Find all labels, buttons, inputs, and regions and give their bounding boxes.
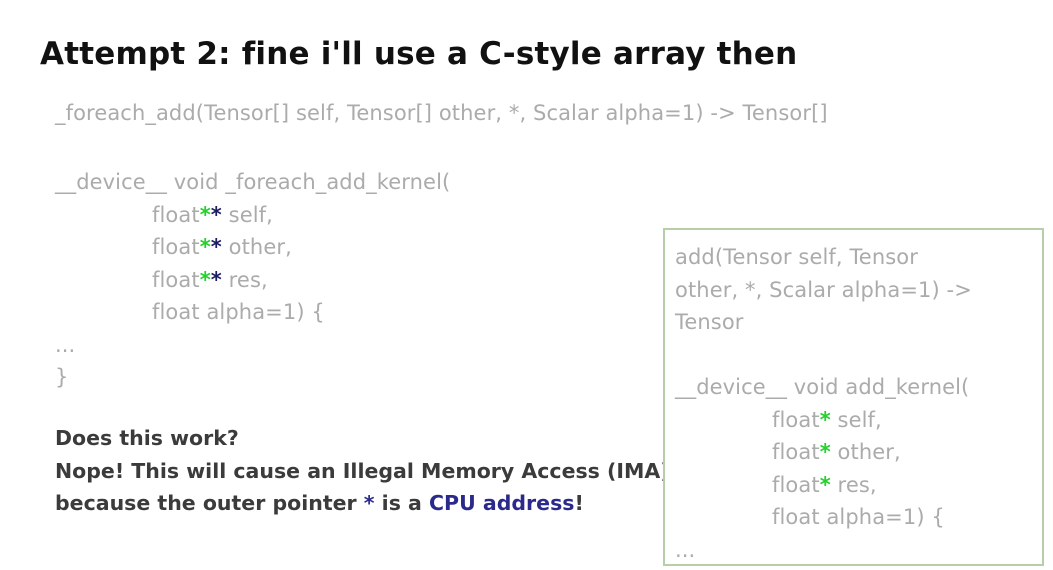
explanation-reason: because the outer pointer * is a CPU add… — [55, 487, 670, 520]
foreach-kernel-code: __device__ void _foreach_add_kernel( flo… — [55, 166, 450, 394]
single-kernel-code: add(Tensor self, Tensor other, *, Scalar… — [675, 241, 972, 564]
single-param-other: float* other, — [675, 436, 972, 469]
param-type: float — [772, 440, 820, 464]
pointer-star-navy: * — [210, 202, 222, 227]
param-name: other, — [221, 235, 292, 259]
single-ellipsis: ... — [675, 537, 696, 562]
param-type: float — [152, 267, 200, 292]
single-param-self: float* self, — [675, 404, 972, 437]
single-signature-line: add(Tensor self, Tensor — [675, 245, 918, 269]
explanation-question: Does this work? — [55, 426, 239, 450]
foreach-param-self: float** self, — [55, 199, 450, 232]
param-name: res, — [830, 472, 877, 497]
param-name: other, — [830, 440, 901, 464]
foreach-param-other: float** other, — [55, 231, 450, 264]
param-type: float — [152, 235, 200, 259]
explanation-answer: Nope! This will cause an Illegal Memory … — [55, 458, 670, 483]
pointer-star-navy: * — [210, 267, 222, 292]
single-kernel-header: __device__ void add_kernel( — [675, 375, 970, 399]
foreach-param-res: float** res, — [55, 264, 450, 297]
foreach-ellipsis: ... — [55, 332, 76, 357]
single-param-alpha: float alpha=1) { — [772, 505, 945, 529]
cpu-address-highlight: CPU address — [429, 491, 575, 515]
param-name: self, — [221, 202, 273, 227]
reason-suffix: ! — [574, 491, 584, 515]
foreach-close-brace: } — [55, 365, 69, 389]
slide-title: Attempt 2: fine i'll use a C-style array… — [40, 36, 798, 72]
pointer-star-green: * — [819, 440, 831, 464]
pointer-star-navy: * — [210, 235, 222, 259]
param-type: float — [772, 472, 820, 497]
param-type: float — [772, 407, 820, 432]
pointer-star-green: * — [199, 267, 211, 292]
pointer-star-green: * — [819, 407, 831, 432]
reason-star: * — [363, 491, 375, 515]
pointer-star-green: * — [199, 235, 211, 259]
single-signature-line: other, *, Scalar alpha=1) -> — [675, 277, 972, 302]
foreach-signature: _foreach_add(Tensor[] self, Tensor[] oth… — [55, 101, 828, 125]
pointer-star-green: * — [819, 472, 831, 497]
single-signature-line: Tensor — [675, 310, 744, 334]
param-name: self, — [830, 407, 882, 432]
param-type: float — [152, 202, 200, 227]
foreach-kernel-header: __device__ void _foreach_add_kernel( — [55, 170, 451, 194]
pointer-star-green: * — [199, 202, 211, 227]
reason-prefix: because the outer pointer — [55, 491, 364, 515]
foreach-param-alpha: float alpha=1) { — [152, 300, 325, 324]
single-param-res: float* res, — [675, 469, 972, 502]
explanation-text: Does this work? Nope! This will cause an… — [55, 422, 670, 520]
param-name: res, — [221, 267, 268, 292]
reason-middle: is a — [374, 491, 430, 515]
single-tensor-kernel-box: add(Tensor self, Tensor other, *, Scalar… — [663, 228, 1044, 566]
